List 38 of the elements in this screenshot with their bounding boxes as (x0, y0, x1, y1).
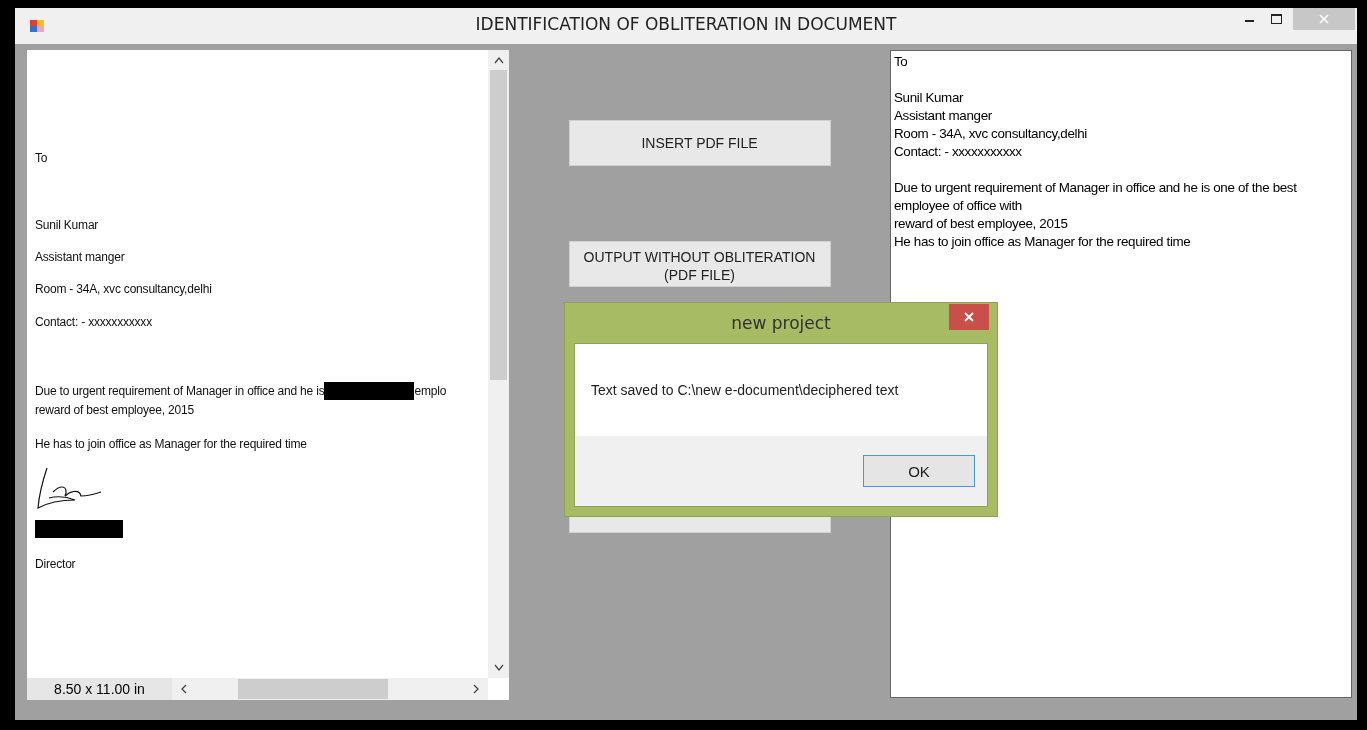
document-text: reward of best employee, 2015 (35, 402, 194, 418)
document-text: Sunil Kumar (35, 217, 99, 233)
document-text: To (35, 150, 48, 166)
action-button[interactable]: OUTPUT WITHOUT OBLITERATION (PDF FILE) (568, 241, 831, 287)
window-title: IDENTIFICATION OF OBLITERATION IN DOCUMENT (475, 14, 897, 34)
close-icon (1319, 14, 1329, 24)
output-text: To (894, 53, 909, 71)
document-text: Due to urgent requirement of Manager in office and he is (35, 383, 325, 399)
close-icon (964, 312, 974, 322)
document-text: He has to join office as Manager for the required time (35, 436, 307, 452)
vertical-scrollbar[interactable] (488, 50, 509, 678)
ok-button[interactable]: OK (863, 455, 975, 487)
dialog-title: new project (731, 313, 831, 333)
output-text: reward of best employee, 2015 (894, 215, 1069, 233)
app-icon (29, 18, 45, 34)
output-text: employee of office with (894, 197, 1023, 215)
action-button[interactable]: INSERT PDF FILE (568, 120, 831, 166)
maximize-icon (1270, 14, 1282, 24)
output-text: Assistant manger (894, 107, 993, 125)
scroll-right-icon (472, 684, 480, 694)
output-text: Sunil Kumar (894, 89, 965, 107)
output-text: Room - 34A, xvc consultancy,delhi (894, 125, 1088, 143)
document-text: Assistant manger (35, 249, 125, 265)
output-text: He has to join office as Manager for the required time (894, 233, 1192, 251)
output-text: Due to urgent requirement of Manager in office and he is one of the best (894, 179, 1298, 197)
output-text: Contact: - xxxxxxxxxxx (894, 143, 1023, 161)
document-text: Contact: - xxxxxxxxxxx (35, 314, 152, 330)
document-text: Room - 34A, xvc consultancy,delhi (35, 281, 212, 297)
scrollbar-thumb[interactable] (490, 70, 507, 380)
dialog-message: Text saved to C:\new e-document\deciphered text (591, 382, 899, 398)
scroll-down-icon (493, 664, 504, 672)
scrollbar-thumb[interactable] (238, 679, 388, 699)
document-text: Director (35, 556, 76, 572)
close-button[interactable] (949, 304, 989, 330)
document-text: emplo (414, 383, 447, 399)
scroll-up-icon (493, 56, 504, 64)
scroll-left-icon (180, 684, 188, 694)
page-size-label: 8.50 x 11.00 in (27, 678, 172, 700)
